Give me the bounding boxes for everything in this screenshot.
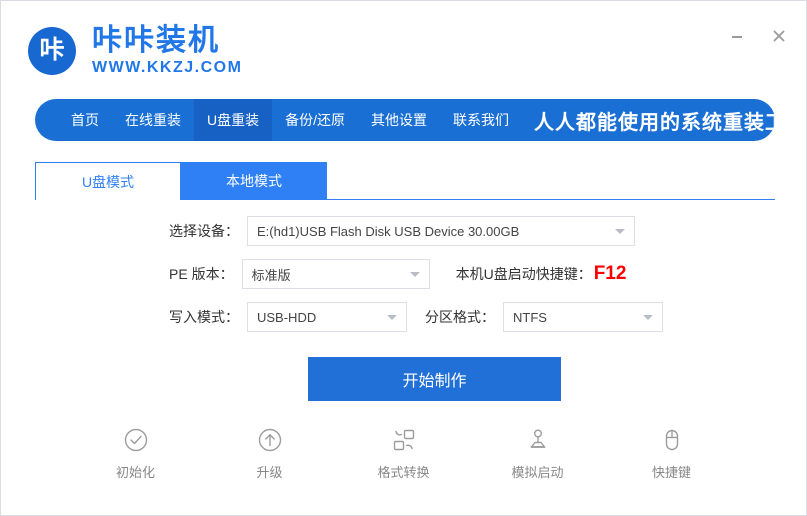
chevron-down-icon <box>643 315 653 320</box>
partition-format-select[interactable]: NTFS <box>503 302 663 332</box>
boot-hotkey-label: 本机U盘启动快捷键： <box>455 266 592 282</box>
check-circle-icon <box>121 425 151 455</box>
minimize-button[interactable] <box>724 23 750 49</box>
joystick-icon <box>523 425 553 455</box>
tool-format-convert-label: 格式转换 <box>377 465 430 480</box>
pe-version-label: PE 版本： <box>169 266 234 282</box>
pe-version-select-value: 标准版 <box>251 267 291 283</box>
title-bar: 咔 咔咔装机 WWW.KKZJ.COM <box>1 1 806 89</box>
write-mode-label: 写入模式： <box>169 309 239 325</box>
tool-simulate-boot[interactable]: 模拟启动 <box>495 425 581 481</box>
nav-item-online-reinstall[interactable]: 在线重装 <box>112 99 194 141</box>
app-window: 咔 咔咔装机 WWW.KKZJ.COM 首页 在线重装 U盘重装 备份/还原 其… <box>0 0 807 516</box>
tool-initialize[interactable]: 初始化 <box>93 425 179 481</box>
nav-item-home[interactable]: 首页 <box>58 99 112 141</box>
tool-hotkey-label: 快捷键 <box>651 465 691 480</box>
nav-items: 首页 在线重装 U盘重装 备份/还原 其他设置 联系我们 <box>35 99 522 141</box>
brand-text: 咔咔装机 WWW.KKZJ.COM <box>92 25 242 77</box>
brand-url: WWW.KKZJ.COM <box>92 58 243 76</box>
tool-upgrade-label: 升级 <box>256 465 283 480</box>
tool-format-convert[interactable]: 格式转换 <box>361 425 447 481</box>
mouse-icon <box>657 425 687 455</box>
app-logo-icon: 咔 <box>28 26 76 75</box>
chevron-down-icon <box>615 229 625 234</box>
nav-item-other-settings[interactable]: 其他设置 <box>358 99 440 141</box>
usb-settings-form: 选择设备： E:(hd1)USB Flash Disk USB Device 3… <box>1 216 806 345</box>
nav-item-usb-reinstall[interactable]: U盘重装 <box>194 99 273 141</box>
close-button[interactable] <box>766 23 792 49</box>
pe-version-row: PE 版本： 标准版 本机U盘启动快捷键： F12 <box>1 259 806 289</box>
nav-item-contact-us[interactable]: 联系我们 <box>440 99 522 141</box>
write-mode-row: 写入模式： USB-HDD 分区格式： NTFS <box>1 302 806 332</box>
brand-name: 咔咔装机 <box>92 24 220 57</box>
tool-hotkey[interactable]: 快捷键 <box>629 425 715 481</box>
write-mode-select[interactable]: USB-HDD <box>247 302 407 332</box>
tab-usb-mode[interactable]: U盘模式 <box>35 162 181 200</box>
device-select[interactable]: E:(hd1)USB Flash Disk USB Device 30.00GB <box>247 216 635 246</box>
partition-format-label: 分区格式： <box>425 309 495 325</box>
partition-format-select-value: NTFS <box>513 309 547 325</box>
nav-tagline: 人人都能使用的系统重装工具 <box>534 111 775 134</box>
boot-hotkey-value: F12 <box>593 263 627 284</box>
brand: 咔 咔咔装机 WWW.KKZJ.COM <box>28 25 242 77</box>
pe-version-select[interactable]: 标准版 <box>241 259 430 289</box>
tool-shortcuts: 初始化 升级 格式转换 模拟启动 快捷键 <box>1 425 806 481</box>
nav-item-backup-restore[interactable]: 备份/还原 <box>272 99 358 141</box>
tab-underline <box>327 199 775 200</box>
device-label: 选择设备： <box>169 223 239 239</box>
tab-local-mode[interactable]: 本地模式 <box>181 162 327 200</box>
main-nav: 首页 在线重装 U盘重装 备份/还原 其他设置 联系我们 人人都能使用的系统重装… <box>35 99 775 141</box>
tool-upgrade[interactable]: 升级 <box>227 425 313 481</box>
tool-initialize-label: 初始化 <box>115 465 155 480</box>
format-convert-icon <box>389 425 419 455</box>
chevron-down-icon <box>387 315 397 320</box>
tool-simulate-boot-label: 模拟启动 <box>511 465 564 480</box>
start-make-button[interactable]: 开始制作 <box>308 357 561 401</box>
chevron-down-icon <box>409 272 420 277</box>
mode-tabs: U盘模式 本地模式 <box>35 162 775 200</box>
boot-hotkey-info: 本机U盘启动快捷键： F12 <box>456 263 627 285</box>
arrow-up-circle-icon <box>255 425 285 455</box>
write-mode-select-value: USB-HDD <box>257 309 317 325</box>
device-row: 选择设备： E:(hd1)USB Flash Disk USB Device 3… <box>1 216 806 246</box>
window-controls <box>724 23 792 49</box>
device-select-value: E:(hd1)USB Flash Disk USB Device 30.00GB <box>257 223 520 239</box>
